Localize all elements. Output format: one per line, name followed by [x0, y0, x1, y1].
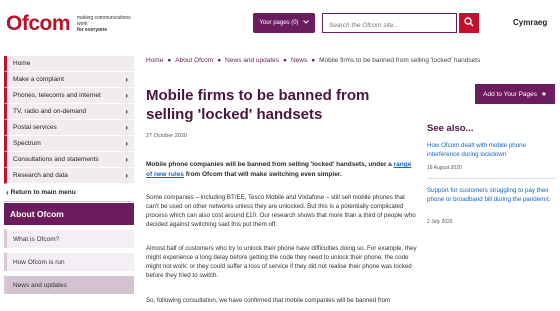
article-paragraph: So, following consultation, we have conf… — [146, 297, 391, 304]
related-date: 19 August 2020 — [427, 165, 462, 171]
article-paragraph: Some companies – including BT/EE, Tesco … — [146, 194, 416, 228]
sidebar-subitem-what-is-ofcom[interactable]: What is Ofcom? — [4, 229, 134, 248]
sidebar-item-spectrum[interactable]: Spectrum › — [4, 136, 134, 152]
breadcrumb-about[interactable]: About Ofcom — [175, 57, 213, 64]
search-icon — [464, 14, 474, 32]
sidebar-item-make-a-complaint[interactable]: Make a complaint › — [4, 72, 134, 88]
chevron-right-icon: › — [125, 155, 128, 164]
your-pages-label: Your pages (0) — [259, 20, 299, 26]
chevron-right-icon: › — [125, 75, 128, 84]
search-box — [322, 13, 457, 35]
related-link[interactable]: How Ofcom dealt with mobile phone interf… — [427, 141, 552, 159]
breadcrumb-news-updates[interactable]: News and updates — [225, 57, 279, 64]
divider — [427, 178, 555, 179]
chevron-right-icon: › — [125, 171, 128, 180]
return-to-main-menu[interactable]: ‹ Return to main menu — [4, 184, 134, 202]
article-lead: Mobile phone companies will be banned fr… — [146, 161, 412, 178]
bullet-icon: ● — [311, 57, 316, 64]
chevron-right-icon: › — [125, 91, 128, 100]
search-input[interactable] — [323, 16, 456, 35]
related-link[interactable]: Support for customers struggling to pay … — [427, 186, 552, 204]
star-icon: ★ — [541, 91, 547, 98]
bullet-icon: ● — [167, 57, 172, 64]
sidebar-item-tv-radio[interactable]: TV, radio and on-demand › — [4, 104, 134, 120]
breadcrumb-news[interactable]: News — [291, 57, 307, 64]
bullet-icon: ● — [217, 57, 222, 64]
sidebar-item-postal[interactable]: Postal services › — [4, 120, 134, 136]
tagline-line2: for everyone — [77, 27, 108, 33]
article-paragraph: Almost half of customers who try to unlo… — [146, 245, 417, 279]
breadcrumb-current: Mobile firms to be banned from selling '… — [319, 57, 481, 64]
bullet-icon: ● — [283, 57, 287, 64]
chevron-right-icon: › — [125, 123, 128, 132]
tagline: making communications work for everyone — [77, 15, 137, 33]
see-also-heading: See also... — [427, 123, 474, 134]
chevron-down-icon — [302, 20, 309, 26]
site-header: Ofcom making communications work for eve… — [0, 0, 560, 46]
chevron-right-icon: › — [125, 139, 128, 148]
related-date: 2 July 2020 — [427, 219, 453, 225]
breadcrumb: Home ● About Ofcom ● News and updates ● … — [146, 57, 480, 64]
page-title: Mobile firms to be banned from selling '… — [146, 87, 370, 123]
your-pages-button[interactable]: Your pages (0) — [253, 13, 315, 33]
language-link[interactable]: Cymraeg — [513, 18, 547, 27]
sidebar-item-research[interactable]: Research and data › — [4, 168, 134, 184]
tagline-line1: making communications work — [77, 15, 131, 27]
ofcom-logo[interactable]: Ofcom — [6, 12, 71, 36]
article-date: 27 October 2020 — [146, 133, 187, 139]
sidebar-subitem-how-ofcom-is-run[interactable]: How Ofcom is run — [4, 252, 134, 271]
sidebar-nav: Home Make a complaint › Phones, telecoms … — [4, 56, 134, 294]
sidebar-item-consultations[interactable]: Consultations and statements › — [4, 152, 134, 168]
sidebar-item-home[interactable]: Home — [4, 56, 134, 72]
chevron-right-icon: › — [125, 107, 128, 116]
sidebar-item-phones[interactable]: Phones, telecoms and internet › — [4, 88, 134, 104]
breadcrumb-home[interactable]: Home — [146, 57, 163, 64]
search-button[interactable] — [459, 13, 479, 33]
chevron-left-icon: ‹ — [6, 188, 9, 197]
add-to-your-pages-button[interactable]: Add to Your Pages ★ — [475, 84, 555, 104]
section-title-about-ofcom[interactable]: About Ofcom — [4, 203, 134, 225]
sidebar-subitem-news-and-updates[interactable]: News and updates — [4, 275, 134, 294]
